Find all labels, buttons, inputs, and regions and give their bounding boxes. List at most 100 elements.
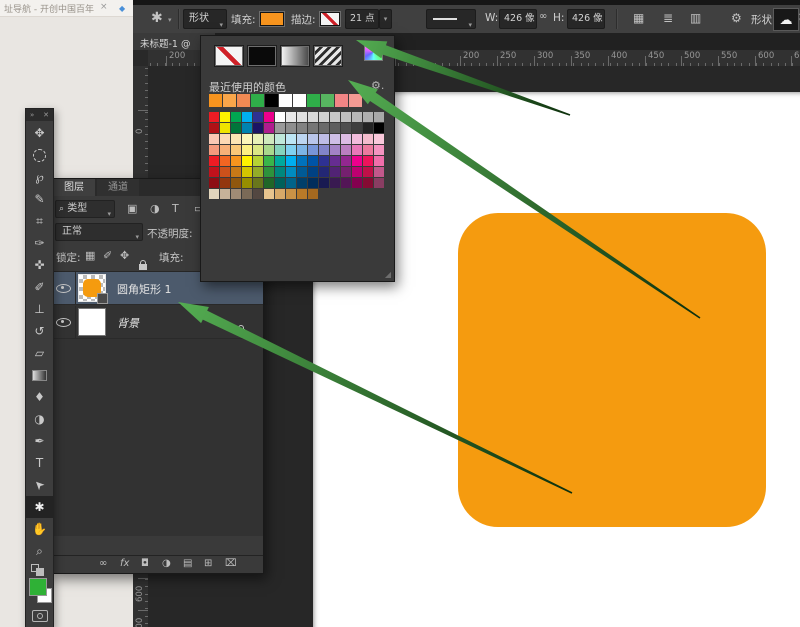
- color-swatch[interactable]: [253, 156, 263, 166]
- color-swatch[interactable]: [231, 178, 241, 188]
- color-swatch[interactable]: [275, 178, 285, 188]
- color-swatch[interactable]: [352, 178, 362, 188]
- pen-tool[interactable]: ✒: [26, 430, 53, 452]
- color-swatch[interactable]: [297, 145, 307, 155]
- color-swatch[interactable]: [308, 189, 318, 199]
- color-swatch[interactable]: [341, 145, 351, 155]
- color-swatch[interactable]: [231, 134, 241, 144]
- color-swatch[interactable]: [352, 156, 362, 166]
- color-swatch[interactable]: [253, 145, 263, 155]
- color-swatch[interactable]: [363, 134, 373, 144]
- color-swatch[interactable]: [363, 167, 373, 177]
- layer-thumbnail[interactable]: [79, 309, 105, 335]
- tool-mode-select[interactable]: 形状 ▾: [183, 9, 227, 29]
- color-swatch[interactable]: [242, 178, 252, 188]
- fill-type-none-button[interactable]: [215, 46, 243, 66]
- color-swatch[interactable]: [220, 156, 230, 166]
- color-swatch[interactable]: [319, 123, 329, 133]
- history-brush-tool[interactable]: ↺: [26, 320, 53, 342]
- color-swatch[interactable]: [242, 123, 252, 133]
- color-swatch[interactable]: [319, 156, 329, 166]
- color-swatch[interactable]: [297, 167, 307, 177]
- color-swatch[interactable]: [264, 123, 274, 133]
- color-swatch[interactable]: [286, 112, 296, 122]
- color-swatch[interactable]: [220, 145, 230, 155]
- lock-transparency-icon[interactable]: ▦: [85, 249, 95, 262]
- stroke-color-swatch[interactable]: [321, 13, 339, 25]
- color-swatch[interactable]: [253, 134, 263, 144]
- path-arrangement-icon[interactable]: ▥: [690, 11, 701, 25]
- color-swatch[interactable]: [209, 134, 219, 144]
- folder-icon[interactable]: ▤: [183, 558, 192, 569]
- color-swatch[interactable]: [308, 156, 318, 166]
- color-swatch[interactable]: [341, 112, 351, 122]
- color-swatch[interactable]: [352, 134, 362, 144]
- color-swatch[interactable]: [264, 134, 274, 144]
- color-swatch[interactable]: [308, 178, 318, 188]
- color-swatch[interactable]: [330, 123, 340, 133]
- color-swatch[interactable]: [363, 145, 373, 155]
- color-swatch[interactable]: [352, 167, 362, 177]
- color-swatch[interactable]: [319, 178, 329, 188]
- tab-layers[interactable]: 图层: [53, 179, 95, 196]
- color-swatch[interactable]: [253, 189, 263, 199]
- color-swatch[interactable]: [275, 123, 285, 133]
- color-swatch[interactable]: [330, 134, 340, 144]
- visibility-cell[interactable]: [51, 272, 76, 304]
- path-operations-icon[interactable]: ▦: [633, 11, 644, 25]
- shape-width-field[interactable]: 426 像: [499, 9, 537, 29]
- panel-resize-grip[interactable]: ◢: [385, 270, 391, 279]
- color-swatch[interactable]: [352, 112, 362, 122]
- color-swatch[interactable]: [330, 145, 340, 155]
- type-tool[interactable]: T: [26, 452, 53, 474]
- color-swatch[interactable]: [363, 156, 373, 166]
- color-swatch[interactable]: [374, 112, 384, 122]
- color-swatch[interactable]: [308, 134, 318, 144]
- color-swatch[interactable]: [209, 178, 219, 188]
- custom-shape-tool[interactable]: ✱: [26, 496, 53, 518]
- color-swatch[interactable]: [308, 123, 318, 133]
- tool-preset-caret-icon[interactable]: ▾: [168, 16, 172, 24]
- color-swatch[interactable]: [231, 112, 241, 122]
- color-swatch[interactable]: [209, 112, 219, 122]
- color-swatch[interactable]: [319, 145, 329, 155]
- color-swatch[interactable]: [209, 156, 219, 166]
- recent-color-swatch[interactable]: [349, 94, 362, 107]
- color-swatch[interactable]: [308, 167, 318, 177]
- spot-healing-brush-tool[interactable]: ✜: [26, 254, 53, 276]
- color-swatch[interactable]: [275, 134, 285, 144]
- trash-icon[interactable]: ⌧: [225, 558, 237, 569]
- hand-tool[interactable]: ✋: [26, 518, 53, 540]
- color-swatch[interactable]: [209, 189, 219, 199]
- eye-icon[interactable]: [56, 318, 71, 327]
- fx-icon[interactable]: fx: [120, 558, 129, 569]
- color-swatch[interactable]: [231, 145, 241, 155]
- color-swatch[interactable]: [341, 167, 351, 177]
- filter-pixel-layers-icon[interactable]: ▣: [127, 202, 137, 215]
- color-swatch[interactable]: [319, 167, 329, 177]
- color-swatch[interactable]: [275, 156, 285, 166]
- visibility-cell[interactable]: [51, 306, 76, 338]
- path-alignment-icon[interactable]: ≣: [663, 11, 673, 25]
- color-swatch[interactable]: [264, 112, 274, 122]
- color-swatch[interactable]: [275, 112, 285, 122]
- move-tool[interactable]: ✥: [26, 122, 53, 144]
- color-swatch[interactable]: [242, 167, 252, 177]
- color-swatch[interactable]: [374, 123, 384, 133]
- color-swatch[interactable]: [253, 178, 263, 188]
- color-swatch[interactable]: [374, 167, 384, 177]
- recent-color-swatch[interactable]: [209, 94, 222, 107]
- color-swatch[interactable]: [297, 156, 307, 166]
- color-swatch[interactable]: [374, 134, 384, 144]
- close-panel-icon[interactable]: ✕: [43, 111, 49, 119]
- color-swatch[interactable]: [220, 167, 230, 177]
- clone-stamp-tool[interactable]: ⊥: [26, 298, 53, 320]
- recent-color-swatch[interactable]: [237, 94, 250, 107]
- lock-paint-icon[interactable]: ✐: [103, 249, 112, 262]
- gear-icon[interactable]: ⚙.: [371, 79, 384, 92]
- color-swatch[interactable]: [209, 123, 219, 133]
- color-swatch[interactable]: [363, 112, 373, 122]
- color-swatch[interactable]: [308, 145, 318, 155]
- color-swatch[interactable]: [363, 178, 373, 188]
- color-swatch[interactable]: [330, 178, 340, 188]
